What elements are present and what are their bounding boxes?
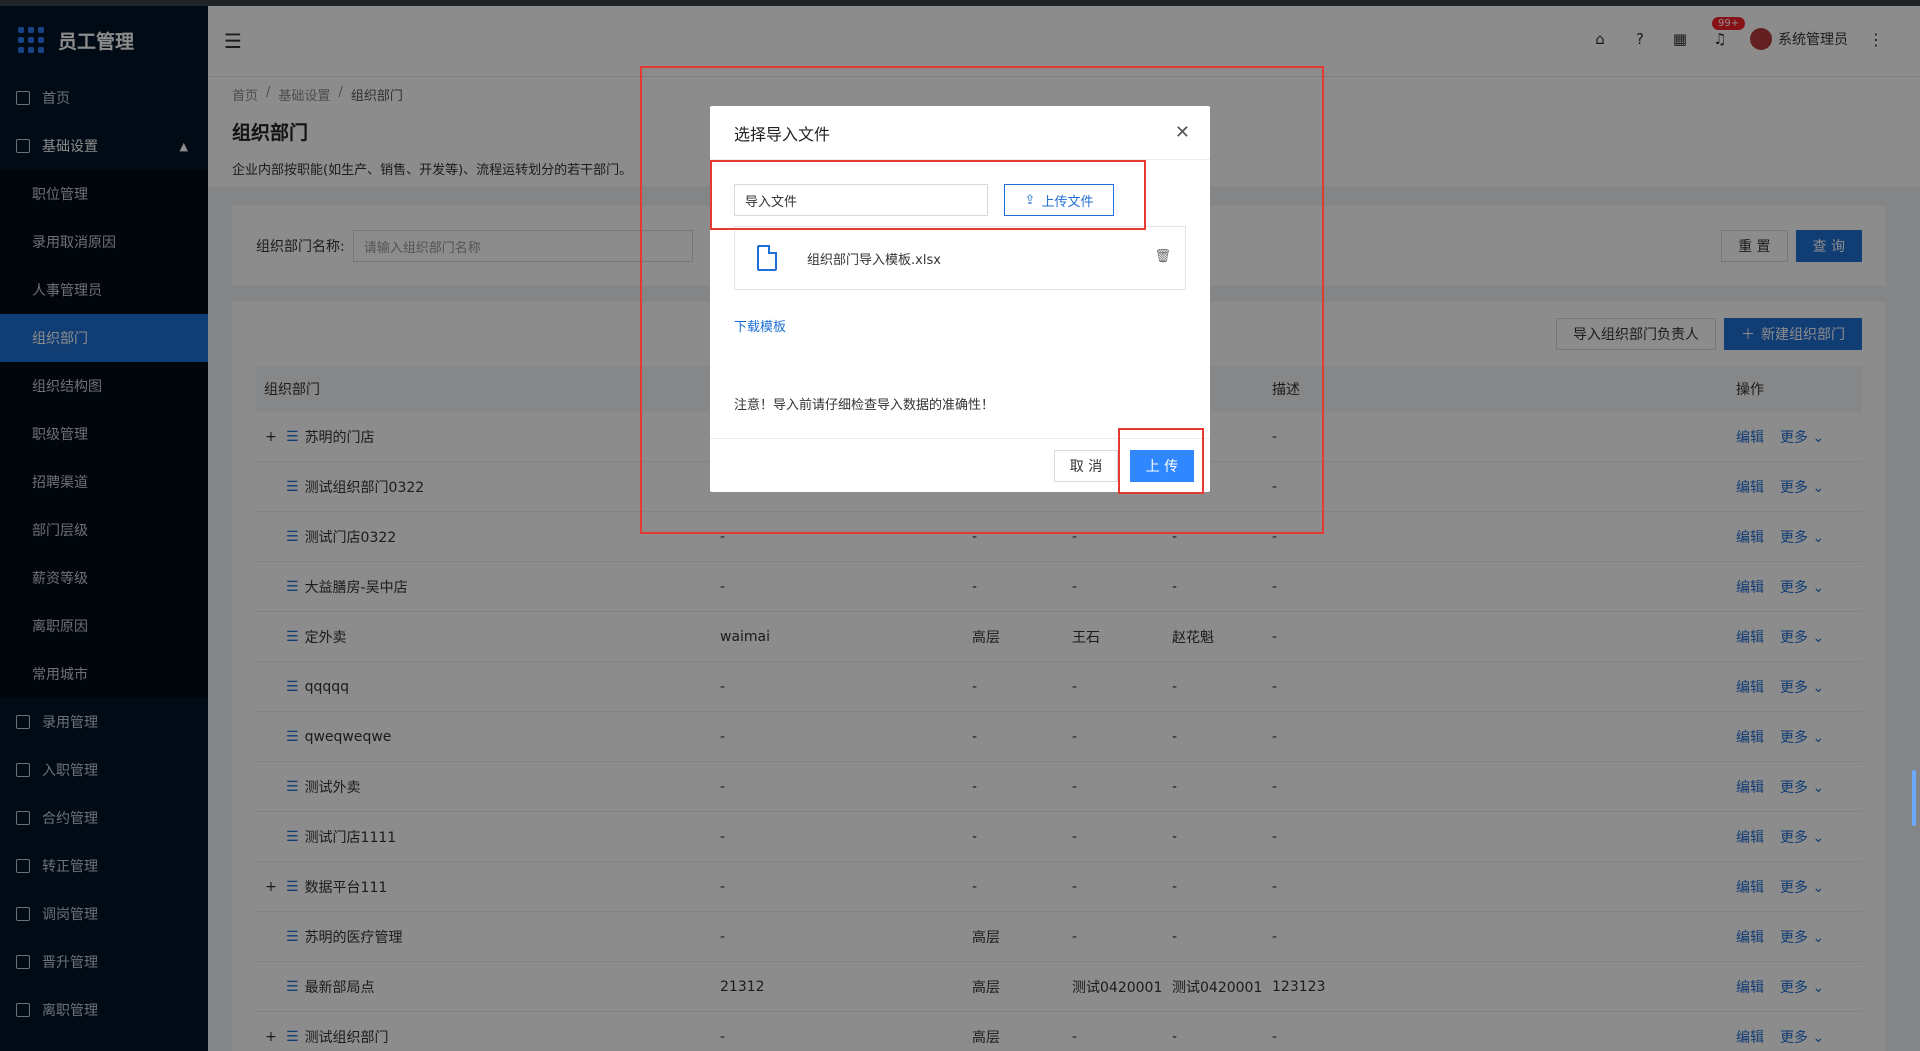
dialog-title: 选择导入文件 bbox=[734, 124, 831, 144]
file-icon bbox=[757, 245, 777, 271]
close-icon[interactable]: ✕ bbox=[1175, 122, 1190, 143]
scrollbar[interactable] bbox=[1912, 770, 1916, 826]
file-row: 导入文件 ⇪ 上传文件 bbox=[734, 184, 1114, 216]
dialog-footer: 取 消 上 传 bbox=[710, 438, 1210, 492]
cancel-button[interactable]: 取 消 bbox=[1054, 450, 1118, 482]
import-notice: 注意！导入前请仔细检查导入数据的准确性！ bbox=[734, 398, 995, 413]
upload-file-button[interactable]: ⇪ 上传文件 bbox=[1004, 184, 1114, 216]
uploaded-file-item: 组织部门导入模板.xlsx 🗑 bbox=[734, 226, 1186, 290]
file-name: 组织部门导入模板.xlsx bbox=[807, 252, 941, 268]
trash-icon[interactable]: 🗑 bbox=[1154, 249, 1171, 264]
upload-button[interactable]: 上 传 bbox=[1130, 450, 1194, 482]
upload-file-label: 上传文件 bbox=[1041, 194, 1094, 210]
import-file-dialog: 选择导入文件 ✕ 导入文件 ⇪ 上传文件 组织部门导入模板.xlsx 🗑 下载模… bbox=[710, 106, 1210, 492]
import-file-input[interactable]: 导入文件 bbox=[734, 184, 988, 216]
upload-icon: ⇪ bbox=[1024, 192, 1036, 208]
download-template-link[interactable]: 下载模板 bbox=[734, 316, 786, 335]
dialog-header: 选择导入文件 ✕ bbox=[710, 106, 1210, 160]
